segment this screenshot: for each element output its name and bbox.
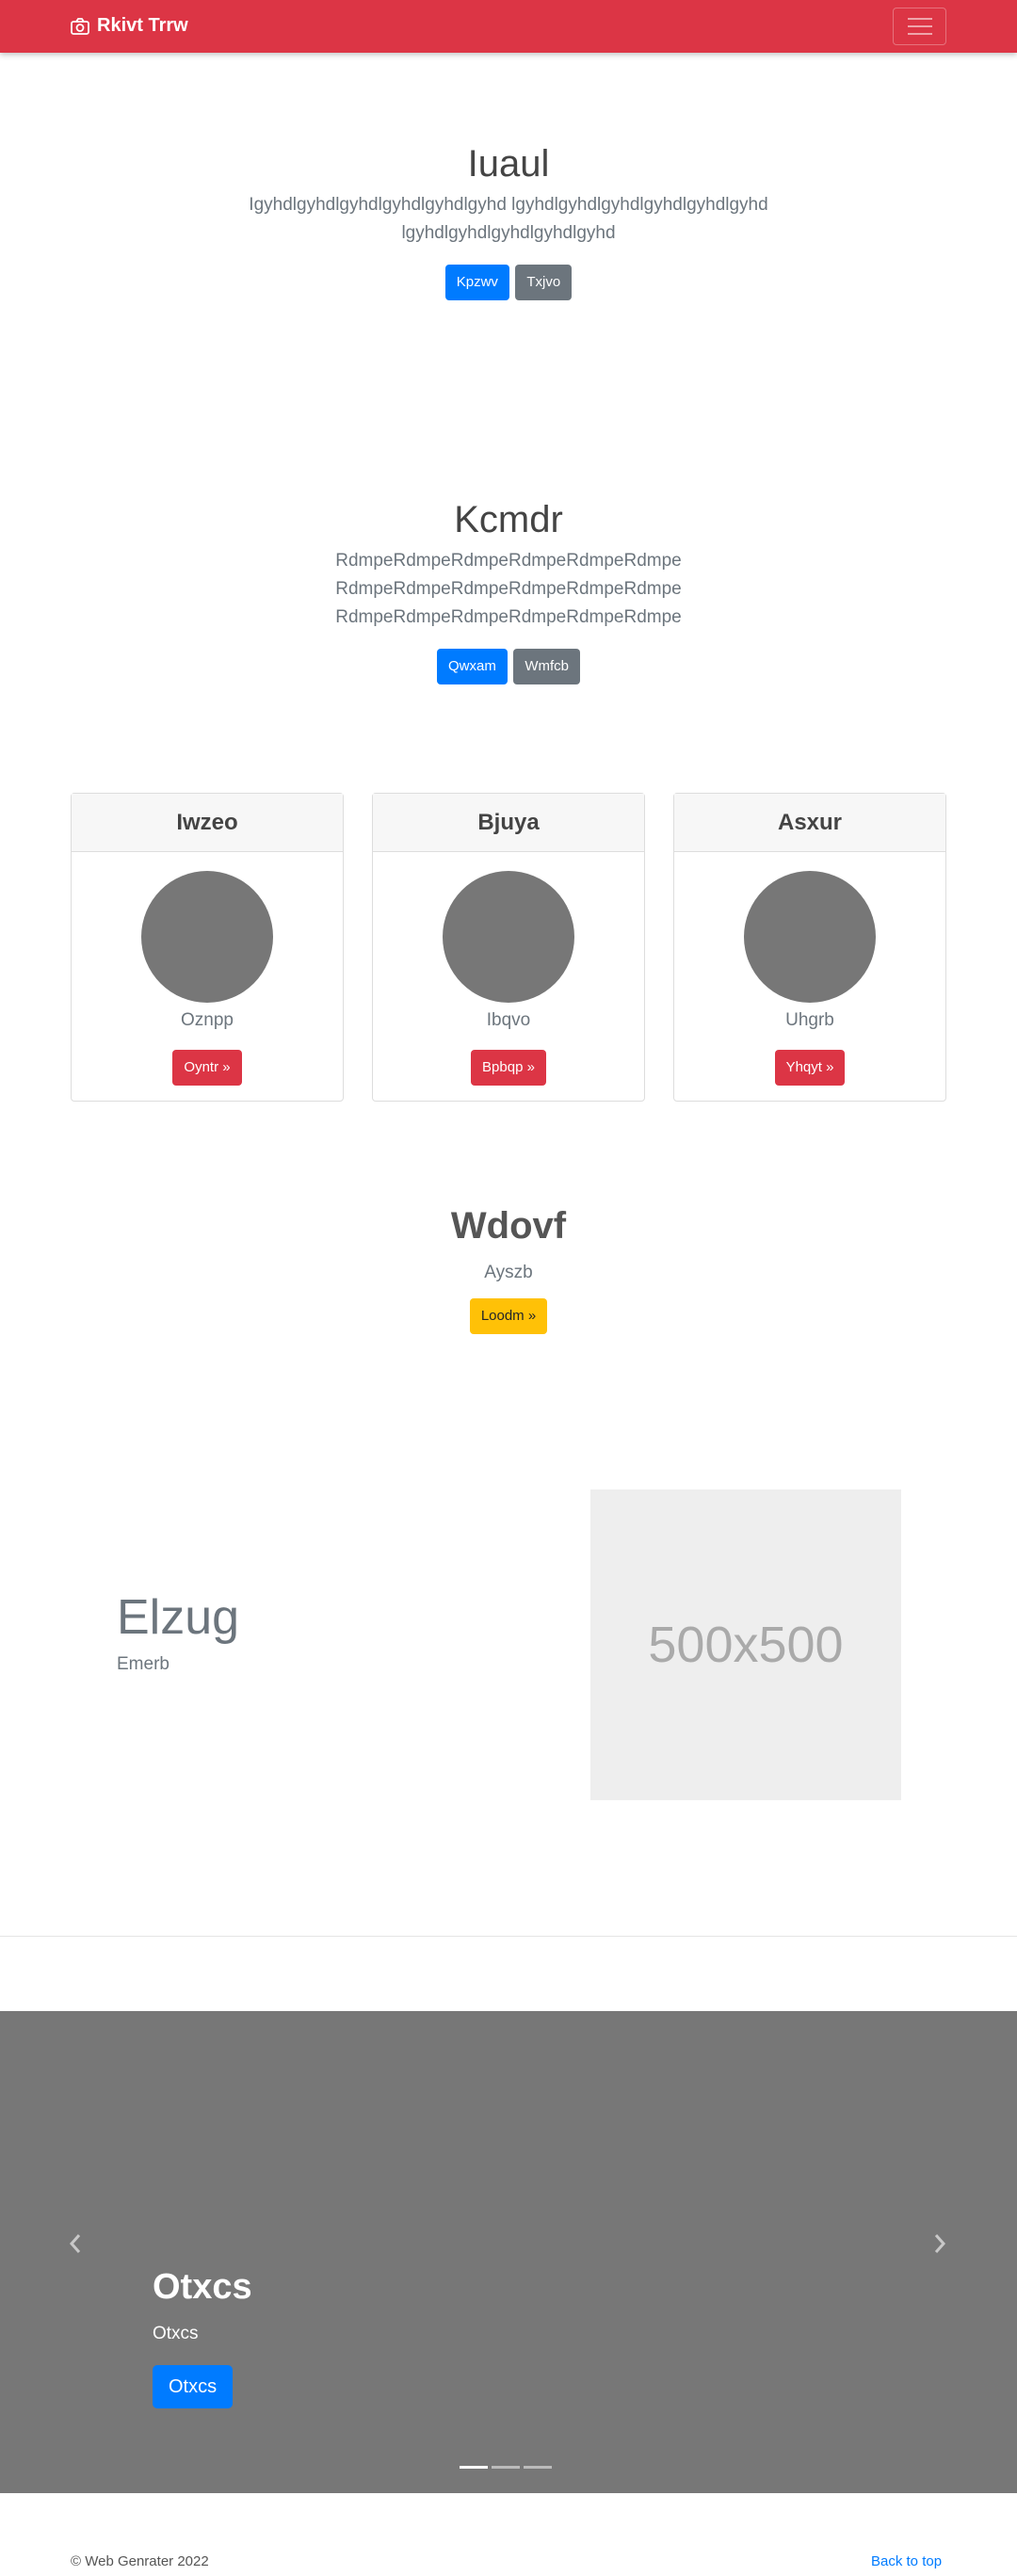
carousel-indicator[interactable] <box>524 2466 552 2469</box>
hamburger-line <box>907 33 932 35</box>
carousel: Otxcs Otxcs Otxcs <box>0 2011 1017 2493</box>
carousel-indicator[interactable] <box>492 2466 520 2469</box>
cta-subtitle: Ayszb <box>484 1263 533 1282</box>
card-title: Asxur <box>674 794 945 852</box>
carousel-prev-button[interactable] <box>68 2233 83 2259</box>
hero-1-title: Iuaul <box>467 143 550 185</box>
feature-title: Elzug <box>117 1590 240 1645</box>
card-button[interactable]: Yhqyt » <box>774 1050 846 1086</box>
cta-button[interactable]: Loodm » <box>469 1298 548 1334</box>
feature-subtitle: Emerb <box>117 1654 170 1674</box>
card-button[interactable]: Bpbqp » <box>471 1050 546 1086</box>
carousel-next-button[interactable] <box>932 2233 947 2259</box>
carousel-caption-title: Otxcs <box>153 2267 252 2307</box>
footer-copyright: © Web Genrater 2022 <box>71 2553 209 2569</box>
brand-name: Rkivt Trrw <box>97 15 188 36</box>
back-to-top-link[interactable]: Back to top <box>871 2553 942 2569</box>
camera-icon <box>71 17 89 35</box>
hero-2-secondary-button[interactable]: Wmfcb <box>513 649 580 684</box>
navbar: Rkivt Trrw <box>0 0 1017 53</box>
chevron-right-icon <box>934 2234 946 2253</box>
hero-2-lead-line-1: RdmpeRdmpeRdmpeRdmpeRdmpeRdmpe <box>335 551 682 571</box>
card: Asxur Uhgrb Yhqyt » <box>673 793 946 1102</box>
hero-2-lead-line-3: RdmpeRdmpeRdmpeRdmpeRdmpeRdmpe <box>335 607 682 627</box>
avatar <box>141 871 273 1003</box>
card: Bjuya Ibqvo Bpbqp » <box>372 793 645 1102</box>
divider <box>0 1936 1017 1937</box>
hero-1-secondary-button[interactable]: Txjvo <box>515 265 573 300</box>
hero-1-lead-line-1: Igyhdlgyhdlgyhdlgyhdlgyhdlgyhd lgyhdlgyh… <box>249 195 768 215</box>
card-title: Bjuya <box>373 794 644 852</box>
placeholder-label: 500x500 <box>648 1617 844 1673</box>
card-text: Ibqvo <box>486 1010 531 1030</box>
carousel-caption-button[interactable]: Otxcs <box>153 2365 234 2408</box>
hamburger-menu-icon <box>907 18 932 20</box>
card: Iwzeo Oznpp Oyntr » <box>71 793 344 1102</box>
brand-link[interactable]: Rkivt Trrw <box>71 15 188 37</box>
card-button[interactable]: Oyntr » <box>172 1050 242 1086</box>
carousel-indicators <box>460 2466 552 2469</box>
hero-section-2: Kcmdr RdmpeRdmpeRdmpeRdmpeRdmpeRdmpe Rdm… <box>0 499 1017 684</box>
carousel-caption-text: Otxcs <box>153 2324 199 2343</box>
hero-section-1: Iuaul Igyhdlgyhdlgyhdlgyhdlgyhdlgyhd lgy… <box>0 143 1017 300</box>
avatar <box>443 871 574 1003</box>
carousel-indicator[interactable] <box>460 2466 488 2469</box>
card-text: Uhgrb <box>785 1010 834 1030</box>
navbar-toggler-button[interactable] <box>893 8 946 45</box>
hero-2-primary-button[interactable]: Qwxam <box>437 649 508 684</box>
avatar <box>744 871 876 1003</box>
cta-section: Wdovf Ayszb Loodm » <box>0 1205 1017 1334</box>
placeholder-image: 500x500 <box>590 1489 901 1800</box>
hero-1-primary-button[interactable]: Kpzwv <box>444 265 509 300</box>
cta-title: Wdovf <box>450 1205 567 1247</box>
chevron-left-icon <box>69 2234 81 2253</box>
hero-2-title: Kcmdr <box>454 499 563 540</box>
card-title: Iwzeo <box>72 794 343 852</box>
hero-2-lead-line-2: RdmpeRdmpeRdmpeRdmpeRdmpeRdmpe <box>335 579 682 599</box>
hamburger-line <box>907 25 932 27</box>
card-text: Oznpp <box>181 1010 234 1030</box>
hero-1-lead-line-2: lgyhdlgyhdlgyhdlgyhdlgyhd <box>401 223 616 243</box>
